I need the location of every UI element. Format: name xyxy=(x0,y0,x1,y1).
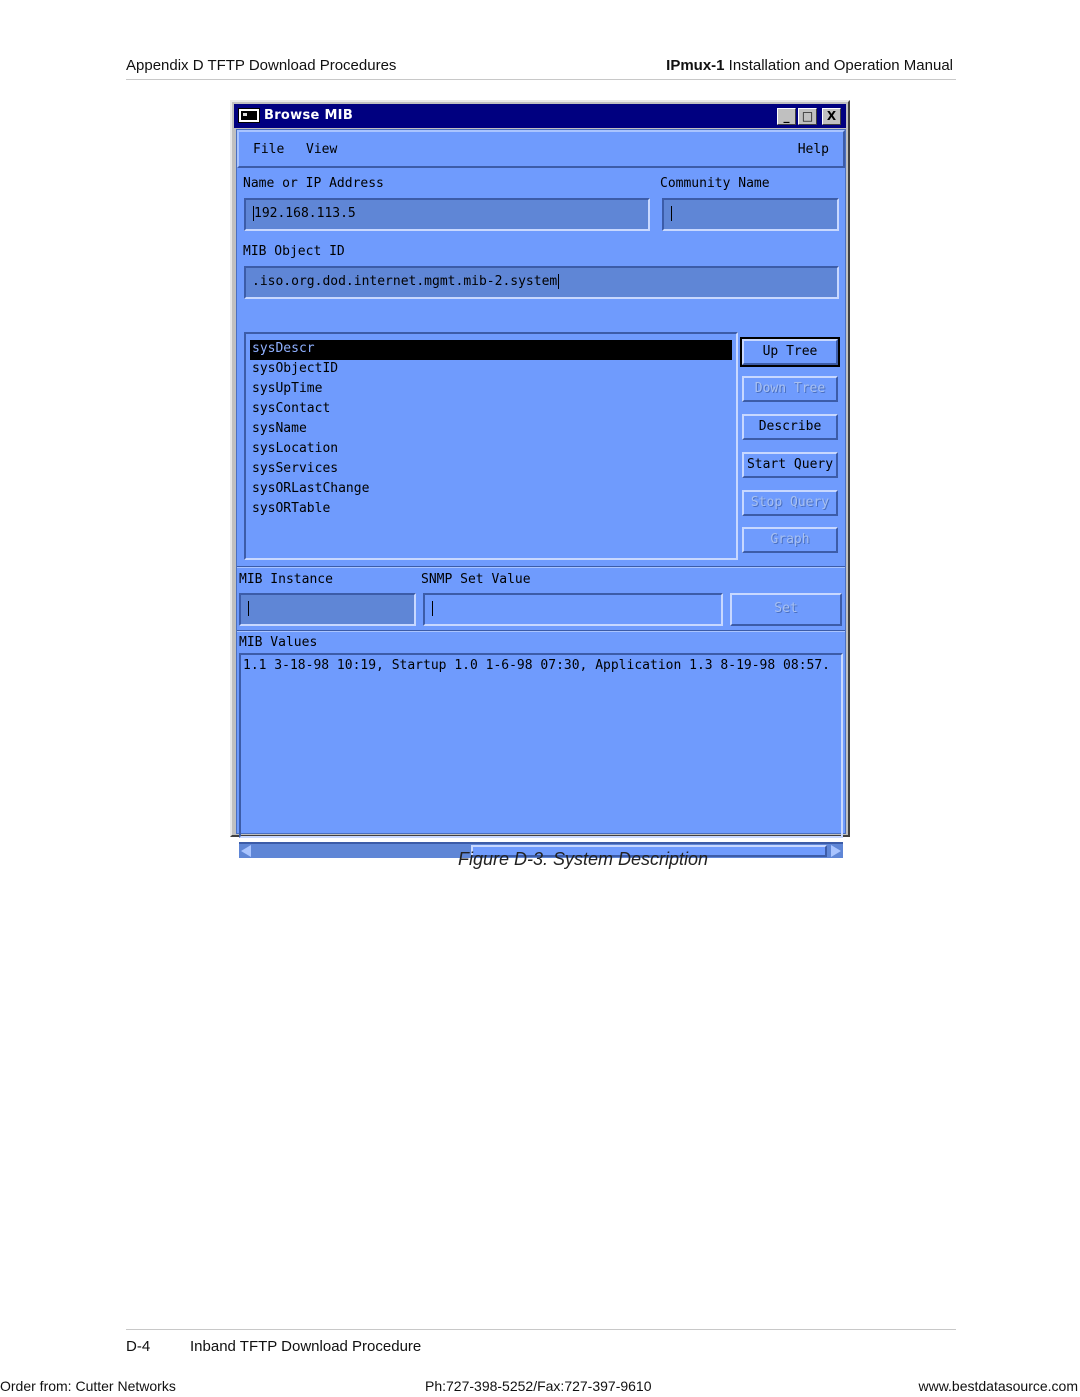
mib-values-label: MIB Values xyxy=(239,635,318,650)
snmp-set-value-input[interactable] xyxy=(423,593,723,626)
divider xyxy=(237,630,845,632)
mib-object-id-value: .iso.org.dod.internet.mgmt.mib-2.system xyxy=(252,274,558,289)
list-item[interactable]: sysServices xyxy=(250,460,732,480)
header-section-title: Appendix D TFTP Download Procedures xyxy=(126,57,397,74)
figure-caption: Figure D-3. System Description xyxy=(457,849,709,869)
name-ip-value: 192.168.113.5 xyxy=(254,206,356,221)
title-bar[interactable]: Browse MIB _ □ X xyxy=(234,104,846,128)
list-item[interactable]: sysUpTime xyxy=(250,380,732,400)
minimize-button[interactable]: _ xyxy=(777,108,796,125)
header-manual-title: IPmux-1 Installation and Operation Manua… xyxy=(666,57,953,74)
name-ip-label: Name or IP Address xyxy=(243,176,384,191)
text-cursor xyxy=(432,601,433,616)
stop-query-button[interactable]: Stop Query xyxy=(742,490,838,516)
mib-instance-label: MIB Instance xyxy=(239,572,333,587)
list-item[interactable]: sysDescr xyxy=(250,340,732,360)
order-from: Order from: Cutter Networks xyxy=(0,1378,176,1394)
page-number: D-4 xyxy=(126,1338,151,1355)
website-link[interactable]: www.bestdatasource.com xyxy=(918,1378,1078,1394)
mib-values-output[interactable]: 1.1 3-18-98 10:19, Startup 1.0 1-6-98 07… xyxy=(239,653,843,838)
set-button[interactable]: Set xyxy=(730,593,842,626)
window-client-area: File View Help Name or IP Address Commun… xyxy=(236,129,846,858)
mib-object-id-label: MIB Object ID xyxy=(243,244,345,259)
maximize-button[interactable]: □ xyxy=(798,108,817,125)
text-cursor xyxy=(558,274,560,289)
menu-bar: File View Help xyxy=(237,130,845,168)
graph-button[interactable]: Graph xyxy=(742,527,838,553)
community-name-label: Community Name xyxy=(660,176,770,191)
browse-mib-window: Browse MIB _ □ X File View Help Name or … xyxy=(230,100,850,858)
window-title: Browse MIB xyxy=(264,108,354,123)
list-item[interactable]: sysObjectID xyxy=(250,360,732,380)
header-product-name: IPmux-1 xyxy=(666,57,725,74)
divider xyxy=(237,566,845,568)
mib-values-text: 1.1 3-18-98 10:19, Startup 1.0 1-6-98 07… xyxy=(243,658,830,673)
header-manual-name: Installation and Operation Manual xyxy=(724,57,953,74)
up-tree-button[interactable]: Up Tree xyxy=(740,337,840,367)
mib-object-id-input[interactable]: .iso.org.dod.internet.mgmt.mib-2.system xyxy=(244,266,839,299)
page-header: Appendix D TFTP Download Procedures IPmu… xyxy=(126,56,956,80)
list-item[interactable]: sysLocation xyxy=(250,440,732,460)
list-item[interactable]: sysContact xyxy=(250,400,732,420)
phone-fax: Ph:727-398-5252/Fax:727-397-9610 xyxy=(425,1378,652,1394)
mib-object-list[interactable]: sysDescr sysObjectID sysUpTime sysContac… xyxy=(244,332,738,560)
menu-file[interactable]: File xyxy=(253,142,284,157)
text-cursor xyxy=(671,206,672,221)
terminal-icon xyxy=(238,108,260,123)
describe-button[interactable]: Describe xyxy=(742,414,838,440)
mib-instance-input[interactable] xyxy=(239,593,416,626)
close-button[interactable]: X xyxy=(822,108,841,125)
snmp-set-value-label: SNMP Set Value xyxy=(421,572,531,587)
down-tree-button[interactable]: Down Tree xyxy=(742,376,838,402)
list-item[interactable]: sysORLastChange xyxy=(250,480,732,500)
start-query-button[interactable]: Start Query xyxy=(742,452,838,478)
menu-help[interactable]: Help xyxy=(798,142,829,157)
menu-view[interactable]: View xyxy=(306,142,337,157)
footer-section-title: Inband TFTP Download Procedure xyxy=(190,1338,422,1355)
community-name-input[interactable] xyxy=(662,198,839,231)
text-cursor xyxy=(248,601,249,616)
list-item[interactable]: sysORTable xyxy=(250,500,732,520)
name-ip-input[interactable]: 192.168.113.5 xyxy=(244,198,650,231)
footer-divider xyxy=(126,1329,956,1330)
list-item[interactable]: sysName xyxy=(250,420,732,440)
